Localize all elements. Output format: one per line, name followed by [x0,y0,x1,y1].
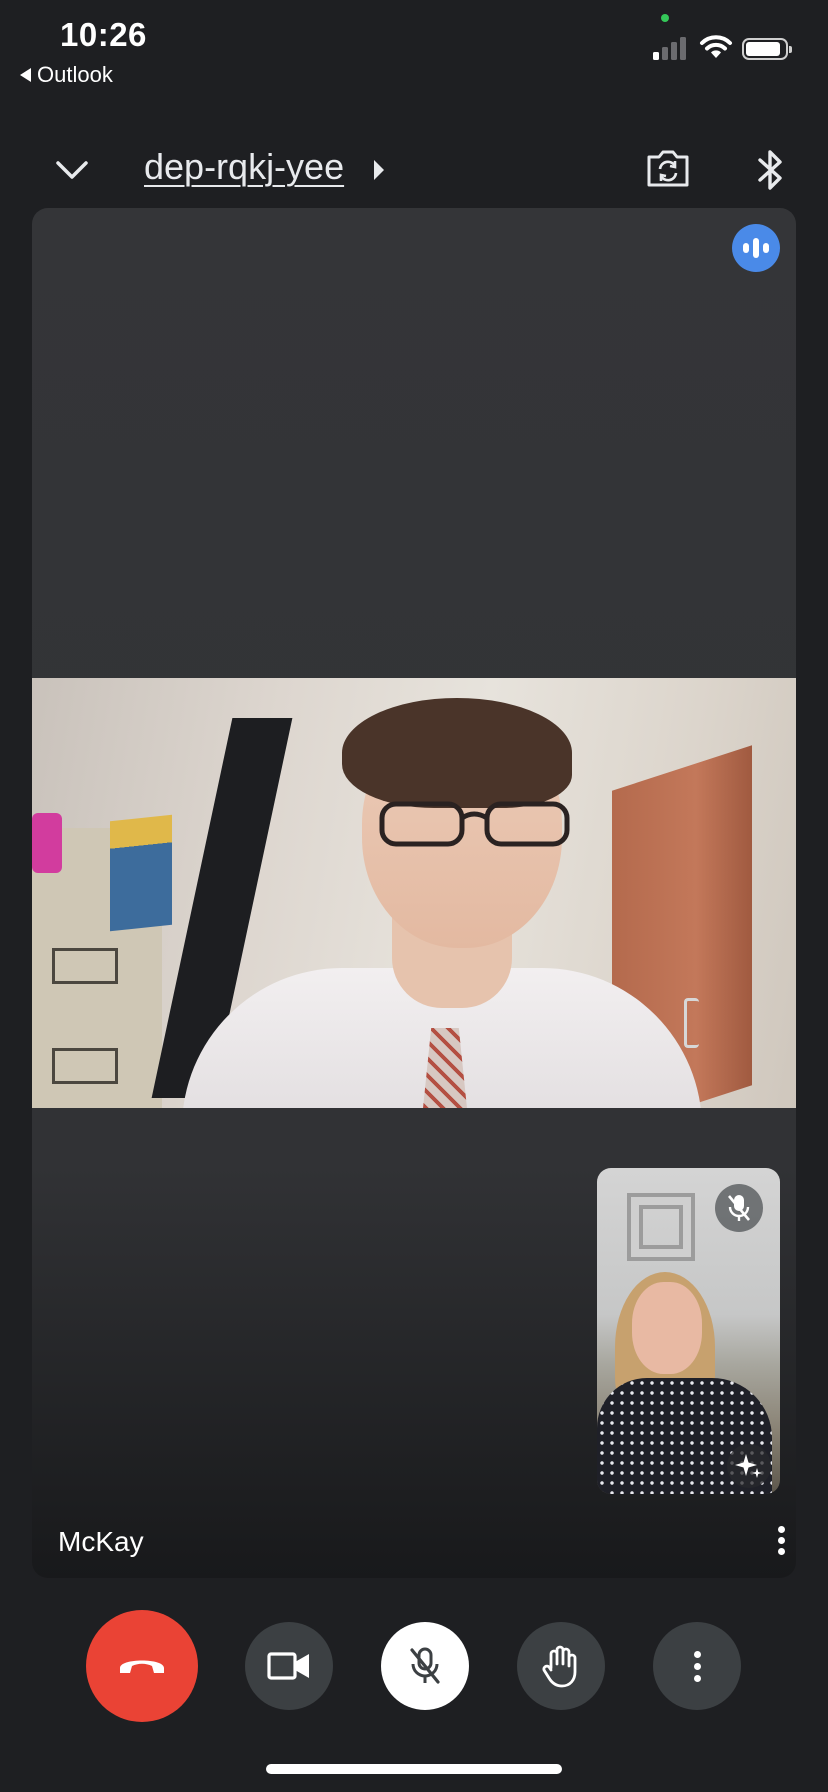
back-to-app-link[interactable]: Outlook [20,62,113,88]
phone-hangup-icon [120,1660,164,1673]
back-arrow-icon [20,68,31,82]
video-camera-icon [267,1652,309,1680]
home-indicator[interactable] [266,1764,562,1774]
meeting-header: dep-rqkj-yee [0,130,828,210]
status-time: 10:26 [60,16,147,53]
tile-more-icon[interactable] [766,1520,796,1560]
wifi-icon [700,35,732,58]
battery-icon [742,38,792,60]
meeting-code-link[interactable]: dep-rqkj-yee [144,146,344,188]
switch-camera-icon[interactable] [645,147,691,189]
back-app-label: Outlook [37,62,113,87]
mic-button[interactable] [381,1622,469,1710]
camera-in-use-dot [661,14,669,22]
participant-tile[interactable]: McKay [32,208,796,1578]
bluetooth-icon[interactable] [754,148,786,192]
chevron-down-icon[interactable] [52,150,92,190]
mic-off-icon [715,1184,763,1232]
active-speaker-icon [732,224,780,272]
caret-right-icon [374,160,384,180]
self-view-tile[interactable] [597,1168,780,1494]
effects-sparkle-icon[interactable] [727,1444,771,1488]
more-vert-icon [693,1650,701,1658]
status-bar: 10:26 Outlook [0,0,828,100]
mic-off-icon [410,1647,440,1684]
call-controls [0,1610,828,1722]
raise-hand-button[interactable] [517,1622,605,1710]
end-call-button[interactable] [86,1610,198,1722]
participant-name: McKay [58,1526,144,1557]
camera-button[interactable] [245,1622,333,1710]
more-options-button[interactable] [653,1622,741,1710]
cellular-signal-icon [653,36,686,60]
participant-video [32,678,796,1108]
hand-icon [542,1645,577,1688]
